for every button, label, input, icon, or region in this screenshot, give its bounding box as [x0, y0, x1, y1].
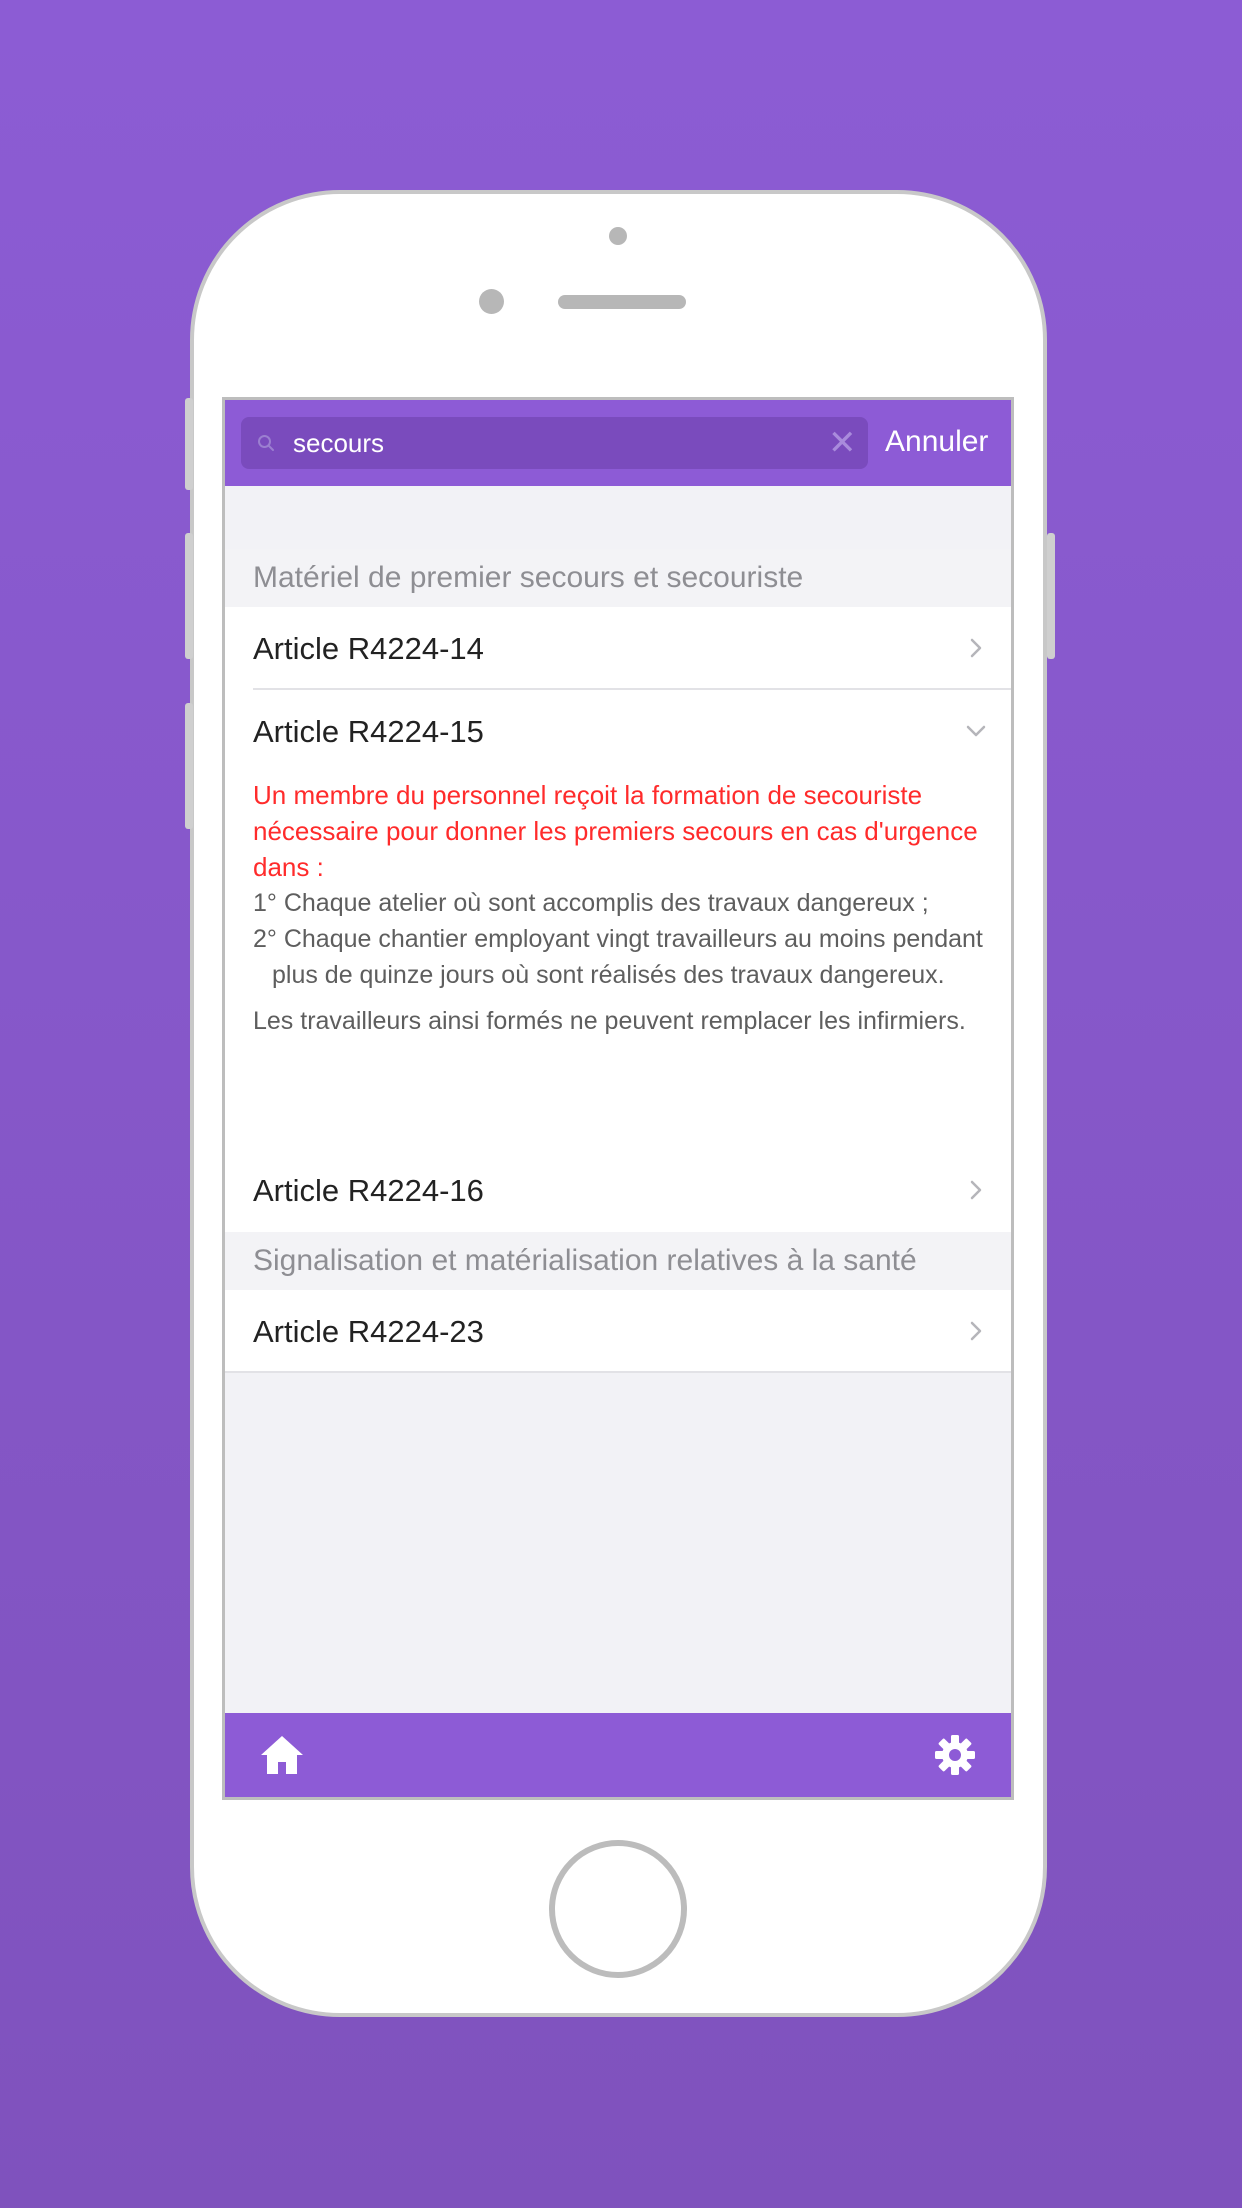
- chevron-right-icon: [970, 1180, 982, 1200]
- search-icon: [258, 435, 274, 451]
- section-header: Matériel de premier secours et secourist…: [225, 549, 1011, 607]
- list-item-article[interactable]: Article R4224-14: [225, 607, 1011, 690]
- phone-side-button-mute: [185, 398, 193, 490]
- phone-side-button-power: [1047, 533, 1055, 659]
- chevron-right-icon: [970, 638, 982, 658]
- close-icon[interactable]: ✕: [828, 426, 857, 460]
- search-input[interactable]: secours ✕: [241, 417, 868, 469]
- tab-bar: [225, 1713, 1011, 1797]
- phone-side-button-volume-up: [185, 533, 193, 659]
- article-item-2: 2° Chaque chantier employant vingt trava…: [253, 925, 983, 989]
- proximity-sensor: [479, 289, 504, 314]
- search-bar: secours ✕ Annuler: [225, 400, 1011, 486]
- list-item-article-expanded[interactable]: Article R4224-15: [225, 690, 1011, 773]
- app-screen: secours ✕ Annuler Matériel de premier se…: [222, 397, 1014, 1800]
- article-title: Article R4224-14: [253, 631, 484, 666]
- list-item-article[interactable]: Article R4224-23: [225, 1290, 1011, 1373]
- article-item-1: 1° Chaque atelier où sont accomplis des …: [253, 889, 929, 917]
- list-top-spacer: [225, 486, 1011, 549]
- home-icon[interactable]: [259, 1733, 305, 1777]
- article-content: Un membre du personnel reçoit la formati…: [225, 773, 1011, 1149]
- gear-icon[interactable]: [933, 1733, 977, 1777]
- article-title: Article R4224-15: [253, 714, 484, 749]
- section-header: Signalisation et matérialisation relativ…: [225, 1232, 1011, 1290]
- article-title: Article R4224-16: [253, 1173, 484, 1208]
- list-item-article[interactable]: Article R4224-16: [225, 1149, 1011, 1232]
- phone-home-button[interactable]: [549, 1840, 687, 1978]
- search-query: secours: [293, 428, 385, 458]
- phone-side-button-volume-down: [185, 703, 193, 829]
- front-camera: [609, 227, 627, 245]
- cancel-button[interactable]: Annuler: [885, 422, 988, 462]
- chevron-right-icon: [970, 1321, 982, 1341]
- article-title: Article R4224-23: [253, 1314, 484, 1349]
- row-divider: [225, 1371, 1011, 1373]
- earpiece-speaker: [558, 295, 686, 309]
- article-closing-text: Les travailleurs ainsi formés ne peuvent…: [253, 1007, 966, 1035]
- article-highlight-text: Un membre du personnel reçoit la formati…: [253, 780, 978, 882]
- chevron-down-icon: [966, 725, 986, 737]
